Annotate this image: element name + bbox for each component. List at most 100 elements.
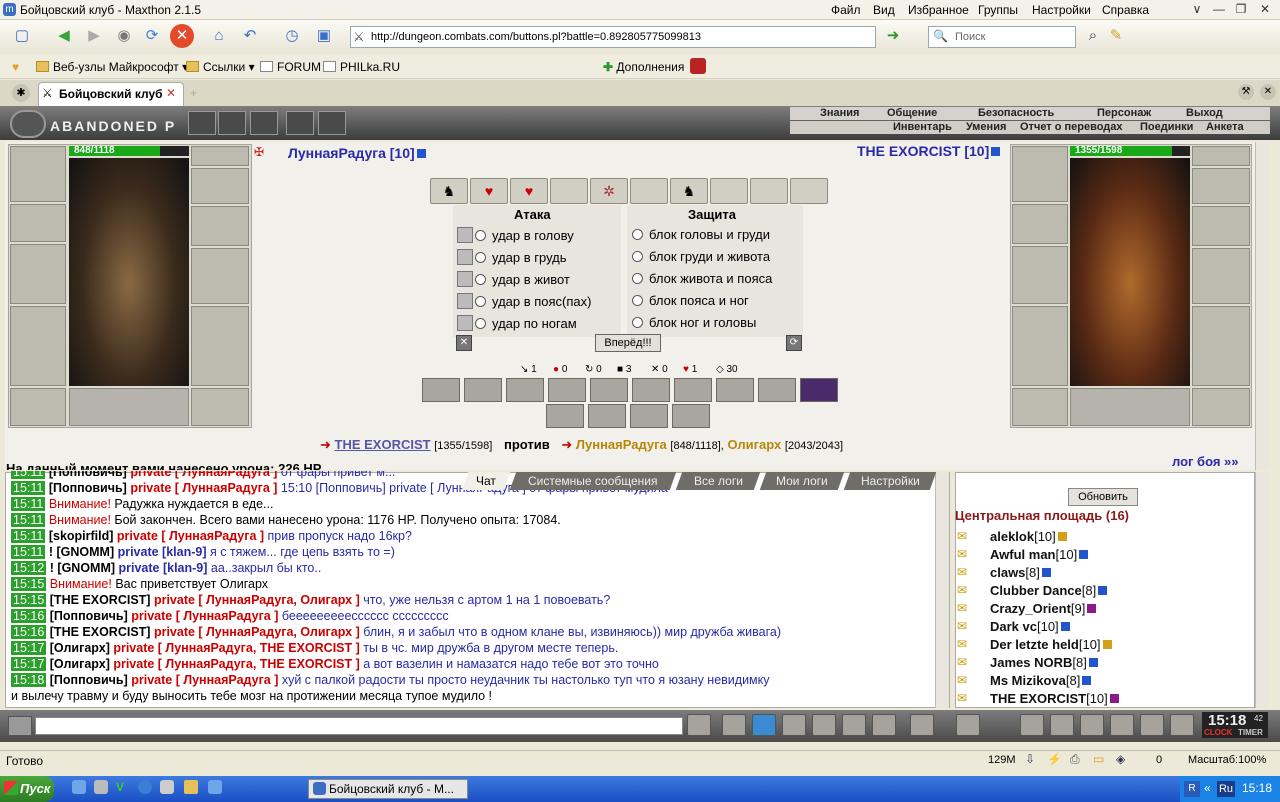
user-info-icon[interactable] [1060, 622, 1070, 631]
refresh-icon[interactable]: ⟳ [140, 24, 164, 48]
chat-timestamp[interactable]: 15:11 [11, 471, 46, 479]
chat-private-tag[interactable]: private [klan-9] [118, 545, 210, 559]
skill-slot[interactable] [546, 404, 584, 428]
ally-1-link[interactable]: ЛуннаяРадуга [576, 437, 667, 452]
nav-exit[interactable]: Выход [1186, 107, 1223, 119]
menu-view[interactable]: Вид [873, 3, 895, 17]
quicklaunch-v-icon[interactable]: V [116, 780, 130, 794]
skill-slot-active[interactable] [800, 378, 838, 402]
go-icon[interactable]: ➜ [881, 24, 905, 48]
user-row[interactable]: ✉ Clubber Dance[8] [955, 582, 1251, 600]
defense-belly-belt[interactable]: блок живота и пояса [632, 271, 772, 286]
card-empty[interactable] [790, 178, 828, 204]
user-name[interactable]: Crazy_Orient[9] [990, 601, 1097, 616]
chat-input[interactable] [35, 717, 683, 735]
clock-icon[interactable]: ◷ [280, 24, 304, 48]
chat-private-tag[interactable]: private [ ЛуннаяРадуга ] [130, 471, 281, 479]
home-icon[interactable]: ⌂ [207, 24, 231, 48]
nav-character[interactable]: Персонаж [1097, 107, 1151, 119]
layers-icon[interactable]: ◈ [1116, 752, 1125, 766]
menu-file[interactable]: Файл [831, 3, 861, 17]
forward-icon[interactable]: ▶ [82, 24, 106, 48]
armor-slot[interactable] [10, 306, 66, 386]
user-row[interactable]: ✉ Ms Mizikova[8] [955, 672, 1251, 690]
back-icon[interactable]: ◀ [52, 24, 76, 48]
download-icon[interactable]: ⇩ [1025, 752, 1035, 766]
chat-private-tag[interactable]: private [ ЛуннаяРадуга, THE EXORCIST ] [113, 657, 363, 671]
new-tab-icon[interactable]: + [190, 86, 197, 100]
chat-private-tag[interactable]: private [ ЛуннаяРадуга, THE EXORCIST ] [113, 641, 363, 655]
user-name[interactable]: claws[8] [990, 565, 1051, 580]
nav-inventory[interactable]: Инвентарь [893, 121, 952, 133]
private-message-icon[interactable]: ✉ [957, 547, 967, 561]
player-info-icon[interactable] [416, 149, 426, 158]
nav-security[interactable]: Безопасность [978, 107, 1054, 119]
skill-slot[interactable] [548, 378, 586, 402]
smiley-icon[interactable] [218, 111, 246, 135]
house-icon[interactable] [1110, 714, 1134, 736]
chat-sender[interactable]: [Попповичь] [49, 481, 130, 495]
taskbar-item-combats[interactable]: Бойцовский клуб - M... [308, 779, 468, 799]
chat-timestamp[interactable]: 15:15 [11, 577, 47, 591]
refresh-battle-icon[interactable]: ⟳ [786, 335, 802, 351]
user-info-icon[interactable] [1082, 676, 1092, 685]
tab-chat-settings[interactable]: Настройки [843, 472, 937, 490]
search-go-icon[interactable]: ⌕ [1081, 24, 1105, 48]
private-message-icon[interactable]: ✉ [957, 673, 967, 687]
chat-timestamp[interactable]: 15:11 [11, 481, 46, 495]
chat-sender[interactable]: [Попповичь] [50, 673, 131, 687]
user-row[interactable]: ✉ Dark vc[10] [955, 618, 1251, 636]
chat-sender[interactable]: [Попповичь] [50, 609, 131, 623]
nav-profile[interactable]: Анкета [1206, 121, 1244, 133]
record-icon[interactable] [690, 58, 706, 74]
keyboard-icon[interactable] [956, 714, 980, 736]
enemy-armor-slot[interactable] [1012, 306, 1068, 386]
user-row[interactable]: ✉ claws[8] [955, 564, 1251, 582]
menu-groups[interactable]: Группы [978, 3, 1018, 17]
bee-icon[interactable] [318, 111, 346, 135]
earrings-slot[interactable] [191, 146, 249, 166]
enemy-weapon-slot[interactable] [1012, 246, 1068, 304]
tab-system[interactable]: Системные сообщения [509, 472, 677, 490]
boots-slot[interactable] [191, 388, 249, 426]
menu-settings[interactable]: Настройки [1032, 3, 1091, 17]
shield-slot[interactable] [191, 248, 249, 304]
chat-sender[interactable]: [THE EXORCIST] [50, 593, 154, 607]
user-row[interactable]: ✉ James NORB[8] [955, 654, 1251, 672]
chat-private-tag[interactable]: Внимание! [50, 577, 116, 591]
chat-private-tag[interactable]: private [ ЛуннаяРадуга, Олигарх ] [154, 593, 363, 607]
ally-2-link[interactable]: Олигарх [727, 437, 781, 452]
tools-icon[interactable]: ⚒ [1238, 84, 1254, 100]
attack-belly[interactable]: удар в живот [457, 271, 570, 287]
battle-scrollbar[interactable] [1255, 142, 1269, 470]
private-message-icon[interactable]: ✉ [957, 655, 967, 669]
minimize-button[interactable]: — [1208, 1, 1230, 17]
chat-sender[interactable]: ! [GNOMM] [50, 561, 119, 575]
history-dropdown-icon[interactable]: ◉ [112, 24, 136, 48]
attack-groin[interactable]: удар в пояс(пах) [457, 293, 591, 309]
enemy-rings-slot[interactable] [1192, 168, 1250, 204]
tab-chat[interactable]: Чат [461, 472, 511, 490]
chat-timestamp[interactable]: 15:17 [11, 657, 47, 671]
user-name[interactable]: Der letzte held[10] [990, 637, 1112, 652]
chat-private-tag[interactable]: private [ ЛуннаяРадуга ] [131, 673, 282, 687]
restore-button[interactable]: ❐ [1230, 1, 1252, 17]
card-empty[interactable] [710, 178, 748, 204]
leggings-slot[interactable] [191, 306, 249, 386]
folder-icon[interactable]: ▭ [1093, 752, 1104, 766]
card-empty[interactable] [750, 178, 788, 204]
address-bar[interactable]: http://dungeon.combats.com/buttons.pl?ba… [350, 26, 876, 48]
user-row[interactable]: ✉ THE EXORCIST[10] [955, 690, 1251, 708]
lang-indicator[interactable]: R [1184, 781, 1200, 797]
helmet-slot[interactable] [10, 146, 66, 202]
nav-skills[interactable]: Умения [966, 121, 1006, 133]
chat-sender[interactable]: [THE EXORCIST] [50, 625, 154, 639]
defense-chest-belly[interactable]: блок груди и живота [632, 249, 770, 264]
chat-mode-icon[interactable] [8, 716, 32, 736]
nav-knowledge[interactable]: Знания [820, 107, 859, 119]
private-message-icon[interactable]: ✉ [957, 691, 967, 705]
attack-legs[interactable]: удар по ногам [457, 315, 577, 331]
chat-timestamp[interactable]: 15:15 [11, 593, 47, 607]
player-name[interactable]: ЛуннаяРадуга [10] [288, 145, 426, 161]
tab-combats[interactable]: Бойцовский клуб [38, 82, 184, 106]
